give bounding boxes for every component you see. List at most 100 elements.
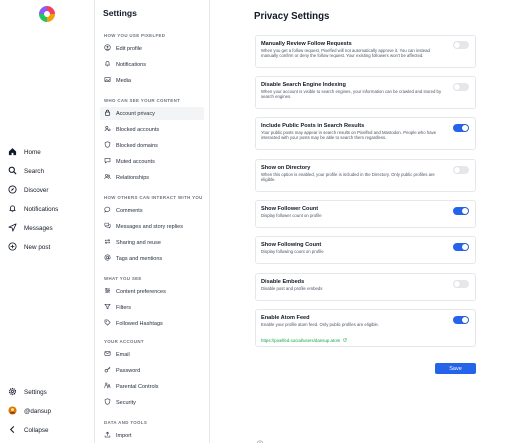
sidebar-item-password[interactable]: Password [100, 364, 204, 377]
sidebar-item-messages-story-replies[interactable]: Messages and story replies [100, 220, 204, 233]
parent-child-icon [104, 382, 111, 391]
compass-icon [8, 184, 17, 196]
sidebar-item-label: Email [116, 351, 130, 358]
nav-notifications-label: Notifications [24, 205, 59, 213]
sidebar-item-email[interactable]: Email [100, 348, 204, 361]
setting-card-disable-embeds: Disable Embeds Disable post and profile … [255, 273, 476, 301]
pixelfed-logo[interactable] [39, 6, 55, 22]
atom-feed-link[interactable]: https://pixelfed.social/users/dansup.ato… [261, 338, 347, 343]
sliders-icon [104, 287, 111, 296]
send-icon [8, 222, 17, 234]
nav-settings-label: Settings [24, 388, 47, 396]
sidebar-item-label: Notifications [116, 61, 146, 68]
sidebar-item-media[interactable]: Media [100, 74, 204, 87]
setting-description: Enable your profile atom feed. Only publ… [261, 322, 379, 327]
atom-feed-toggle[interactable] [453, 316, 469, 324]
group-label-usage: HOW YOU USE PIXELFED [104, 33, 166, 38]
lock-icon [104, 109, 111, 118]
external-link-icon [343, 338, 347, 342]
bell-icon [104, 60, 111, 69]
sidebar-item-content-preferences[interactable]: Content preferences [100, 285, 204, 298]
sidebar-item-label: Sharing and reuse [116, 239, 161, 246]
sidebar-item-label: Comments [116, 207, 143, 214]
setting-card-search-indexing: Disable Search Engine Indexing When your… [255, 76, 476, 109]
following-count-toggle[interactable] [453, 243, 469, 251]
sidebar-item-account-privacy[interactable]: Account privacy [100, 107, 204, 120]
search-indexing-toggle[interactable] [453, 83, 469, 91]
tag-icon [104, 319, 111, 328]
shield-icon [104, 141, 111, 150]
nav-new-post[interactable]: New post [8, 240, 50, 254]
setting-title: Manually Review Follow Requests [261, 41, 352, 47]
sidebar-item-notifications[interactable]: Notifications [100, 58, 204, 71]
repeat-icon [104, 238, 111, 247]
sidebar-item-label: Blocked accounts [116, 126, 160, 133]
sidebar-item-comments[interactable]: Comments [100, 204, 204, 217]
sidebar-item-import[interactable]: Import [100, 429, 204, 442]
nav-search[interactable]: Search [8, 164, 44, 178]
upload-icon [104, 431, 111, 440]
manual-review-toggle[interactable] [453, 41, 469, 49]
blocked-user-icon [104, 125, 111, 134]
sidebar-item-parental-controls[interactable]: Parental Controls [100, 380, 204, 393]
nav-notifications[interactable]: Notifications [8, 202, 58, 216]
sidebar-item-label: Edit profile [116, 45, 142, 52]
group-label-account: YOUR ACCOUNT [104, 339, 144, 344]
accessibility-icon[interactable] [256, 435, 264, 443]
nav-settings[interactable]: Settings [8, 385, 47, 399]
sidebar-item-blocked-domains[interactable]: Blocked domains [100, 139, 204, 152]
nav-collapse[interactable]: Collapse [8, 423, 49, 437]
group-label-what-you-see: WHAT YOU SEE [104, 276, 142, 281]
sidebar-item-label: Tags and mentions [116, 255, 163, 262]
shield-icon [104, 398, 111, 407]
setting-description: When your account is visible to search e… [261, 89, 442, 100]
sidebar-item-blocked-accounts[interactable]: Blocked accounts [100, 123, 204, 136]
filter-icon [104, 303, 111, 312]
sidebar-item-label: Filters [116, 304, 131, 311]
nav-home[interactable]: Home [8, 145, 41, 159]
group-label-data-tools: DATA AND TOOLS [104, 420, 148, 425]
home-icon [8, 147, 17, 158]
sidebar-item-relationships[interactable]: Relationships [100, 171, 204, 184]
users-icon [104, 173, 111, 182]
directory-toggle[interactable] [453, 166, 469, 174]
disable-embeds-toggle[interactable] [453, 280, 469, 288]
setting-title: Show Follower Count [261, 206, 319, 212]
sidebar-item-security[interactable]: Security [100, 396, 204, 409]
setting-card-following-count: Show Following Count Display following c… [255, 236, 476, 264]
chat-bubbles-icon [104, 222, 111, 231]
sidebar-item-filters[interactable]: Filters [100, 301, 204, 314]
nav-profile-label: @dansup [24, 407, 52, 415]
bell-icon [8, 204, 17, 215]
setting-card-manual-review: Manually Review Follow Requests When you… [255, 35, 476, 68]
setting-description: Display following count on profile [261, 249, 324, 254]
nav-messages[interactable]: Messages [8, 221, 53, 235]
avatar [8, 405, 17, 417]
user-circle-icon [104, 44, 111, 53]
atom-feed-url: https://pixelfed.social/users/dansup.ato… [261, 338, 341, 343]
nav-profile[interactable]: @dansup [8, 404, 51, 418]
setting-description: When this option is enabled, your profil… [261, 172, 435, 183]
sidebar-item-sharing-reuse[interactable]: Sharing and reuse [100, 236, 204, 249]
setting-title: Show Following Count [261, 242, 322, 248]
nav-collapse-label: Collapse [24, 426, 49, 434]
sidebar-item-tags-mentions[interactable]: Tags and mentions [100, 252, 204, 265]
setting-description: Your public posts may appear in search r… [261, 130, 437, 141]
chevron-left-icon [8, 425, 17, 436]
follower-count-toggle[interactable] [453, 207, 469, 215]
save-button[interactable]: Save [435, 363, 476, 374]
sidebar-item-edit-profile[interactable]: Edit profile [100, 42, 204, 55]
key-icon [104, 366, 111, 375]
nav-discover-label: Discover [24, 186, 49, 194]
setting-title: Enable Atom Feed [261, 315, 310, 321]
nav-discover[interactable]: Discover [8, 183, 49, 197]
setting-card-follower-count: Show Follower Count Display follower cou… [255, 200, 476, 228]
mail-icon [104, 350, 111, 359]
public-search-toggle[interactable] [453, 124, 469, 132]
sidebar-item-muted-accounts[interactable]: Muted accounts [100, 155, 204, 168]
gear-icon [8, 387, 17, 398]
main-navigation: Home Search Discover Notifications Messa… [0, 0, 95, 443]
nav-new-post-label: New post [24, 243, 51, 251]
sidebar-item-followed-hashtags[interactable]: Followed Hashtags [100, 317, 204, 330]
search-icon [8, 166, 17, 177]
